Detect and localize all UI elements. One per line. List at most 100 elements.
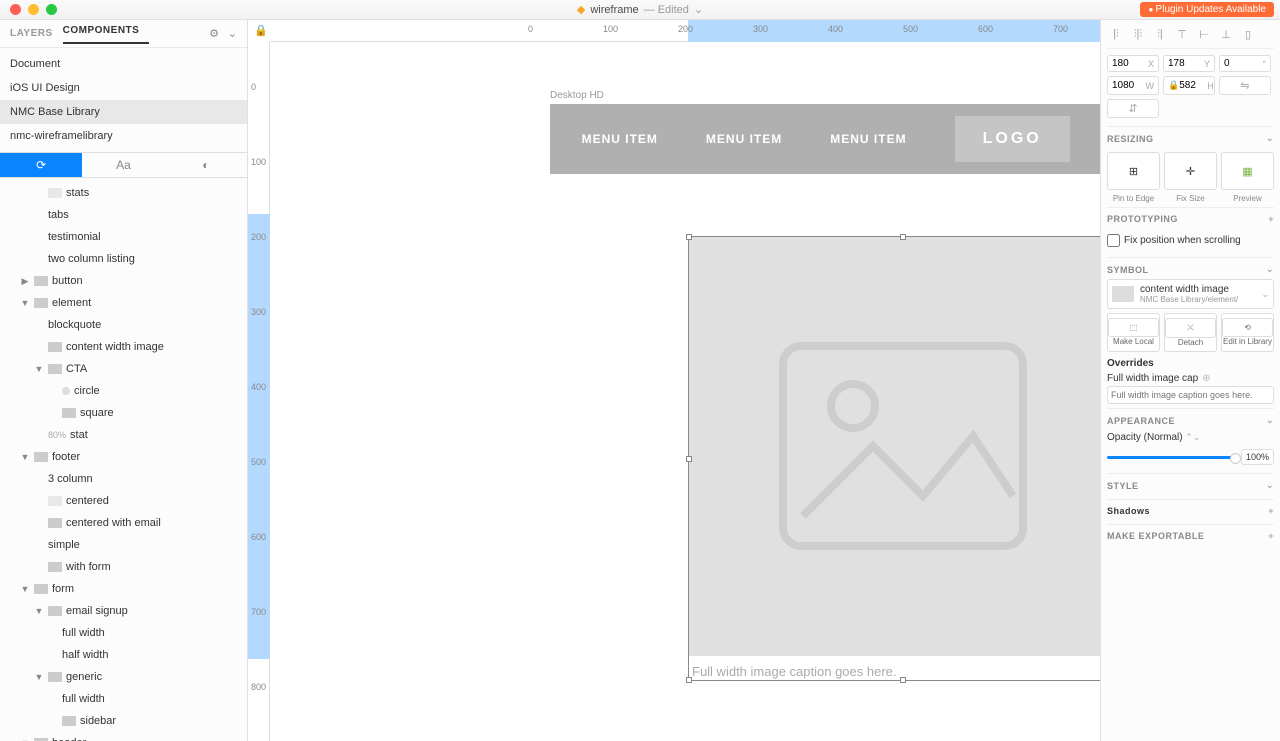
layer-row[interactable]: testimonial — [0, 226, 247, 248]
mode-text[interactable]: Aa — [82, 153, 164, 177]
edit-in-library-button[interactable]: ⟲Edit in Library — [1221, 313, 1274, 352]
window-title: ◆ wireframe — Edited ⌄ — [577, 3, 703, 16]
doc-item[interactable]: iOS UI Design — [0, 76, 247, 100]
opacity-label[interactable]: Opacity (Normal) ⌃⌄ — [1107, 430, 1274, 445]
doc-item[interactable]: nmc-wireframelibrary — [0, 124, 247, 148]
preview-button[interactable]: ▦ — [1221, 152, 1274, 190]
opacity-slider[interactable] — [1107, 456, 1237, 459]
ruler-vertical[interactable]: 0100200300400500600700800 — [248, 42, 270, 741]
layer-row[interactable]: half width — [0, 644, 247, 666]
layer-row[interactable]: content width image — [0, 336, 247, 358]
y-input[interactable]: Y — [1163, 55, 1215, 72]
lock-icon[interactable]: 🔒 — [254, 24, 268, 37]
layer-row[interactable]: sidebar — [0, 710, 247, 732]
symbol-header[interactable]: SYMBOL⌄ — [1107, 257, 1274, 279]
layer-row[interactable]: tabs — [0, 204, 247, 226]
layer-row[interactable]: simple — [0, 534, 247, 556]
layer-row[interactable]: ▼generic — [0, 666, 247, 688]
layer-row[interactable]: ▼CTA — [0, 358, 247, 380]
export-header[interactable]: MAKE EXPORTABLE+ — [1107, 524, 1274, 545]
opacity-value[interactable]: 100% — [1241, 449, 1274, 465]
inspector: |⫶ ⫶|⫶ ⫶| ⊤ ⊢ ⊥ ▯ X Y ° W 🔒H ⇋ ⇵ RESIZIN… — [1100, 20, 1280, 741]
layer-row[interactable]: 3 column — [0, 468, 247, 490]
layer-row[interactable]: ▼form — [0, 578, 247, 600]
canvas-area[interactable]: 🔒 01002003004005006007008009001,000 0100… — [248, 20, 1100, 741]
doc-item-selected[interactable]: NMC Base Library — [0, 100, 247, 124]
titlebar: ◆ wireframe — Edited ⌄ Plugin Updates Av… — [0, 0, 1280, 20]
mode-sync[interactable]: ⟳ — [0, 153, 82, 177]
chevron-down-icon: ⌄ — [1261, 289, 1269, 300]
pin-to-edge-button[interactable]: ⊞ — [1107, 152, 1160, 190]
nav-item: MENU ITEM — [582, 132, 658, 146]
align-middle-icon[interactable]: ⊢ — [1195, 26, 1213, 42]
layer-tree[interactable]: statstabstestimonialtwo column listing▶b… — [0, 178, 247, 741]
fix-position-checkbox[interactable]: Fix position when scrolling — [1107, 228, 1274, 253]
zoom-icon[interactable] — [46, 4, 57, 15]
plugin-updates-badge[interactable]: Plugin Updates Available — [1140, 2, 1274, 17]
layer-row[interactable]: ▼header — [0, 732, 247, 741]
layer-row[interactable]: ▶button — [0, 270, 247, 292]
layer-row[interactable]: 80%stat — [0, 424, 247, 446]
minimize-icon[interactable] — [28, 4, 39, 15]
ruler-selection — [688, 20, 1100, 42]
ruler-horizontal[interactable]: 01002003004005006007008009001,000 — [270, 20, 1100, 42]
appearance-header[interactable]: APPEARANCE⌄ — [1107, 408, 1274, 430]
resizing-header[interactable]: RESIZING⌄ — [1107, 126, 1274, 148]
dropdown-icon[interactable]: ⌄ — [694, 3, 703, 16]
resize-label: Pin to Edge — [1107, 194, 1160, 203]
layer-row[interactable]: full width — [0, 688, 247, 710]
window-controls — [0, 4, 57, 15]
layer-row[interactable]: two column listing — [0, 248, 247, 270]
align-left-icon[interactable]: |⫶ — [1107, 26, 1125, 42]
layer-row[interactable]: centered with email — [0, 512, 247, 534]
ruler-selection — [248, 214, 270, 659]
gear-icon[interactable]: ⚙ — [209, 27, 219, 40]
align-top-icon[interactable]: ⊤ — [1173, 26, 1191, 42]
sidebar-tabs: LAYERS COMPONENTS ⚙ ⌄ — [0, 20, 247, 48]
align-center-icon[interactable]: ⫶|⫶ — [1129, 26, 1147, 42]
make-local-button[interactable]: ⬚Make Local — [1107, 313, 1160, 352]
tab-layers[interactable]: LAYERS — [10, 28, 63, 39]
layer-row[interactable]: full width — [0, 622, 247, 644]
distribute-icon[interactable]: ▯ — [1239, 26, 1257, 42]
align-right-icon[interactable]: ⫶| — [1151, 26, 1169, 42]
edited-status: — Edited — [644, 4, 689, 16]
layer-row[interactable]: blockquote — [0, 314, 247, 336]
chevron-down-icon[interactable]: ⌄ — [228, 27, 237, 40]
coords-group: X Y ° W 🔒H ⇋ ⇵ — [1107, 55, 1274, 118]
layer-row[interactable]: stats — [0, 182, 247, 204]
shadows-header[interactable]: Shadows+ — [1107, 499, 1274, 520]
layer-row[interactable]: square — [0, 402, 247, 424]
layer-row[interactable]: ▼footer — [0, 446, 247, 468]
flip-h-button[interactable]: ⇋ — [1219, 76, 1271, 95]
nav-item: MENU ITEM — [706, 132, 782, 146]
layer-row[interactable]: centered — [0, 490, 247, 512]
override-input[interactable] — [1107, 386, 1274, 404]
canvas[interactable]: Desktop HD MENU ITEM MENU ITEM MENU ITEM… — [270, 42, 1100, 741]
style-header[interactable]: STYLE⌄ — [1107, 473, 1274, 495]
content-width-image[interactable] — [688, 236, 1100, 656]
filename: wireframe — [590, 4, 638, 16]
width-input[interactable]: W — [1107, 76, 1159, 95]
symbol-name: content width image — [1140, 284, 1255, 295]
fix-size-button[interactable]: ✛ — [1164, 152, 1217, 190]
tab-components[interactable]: COMPONENTS — [63, 25, 150, 44]
detach-button[interactable]: ⤫Detach — [1164, 313, 1217, 352]
align-bottom-icon[interactable]: ⊥ — [1217, 26, 1235, 42]
symbol-path: NMC Base Library/element/ — [1140, 295, 1255, 304]
x-input[interactable]: X — [1107, 55, 1159, 72]
prototyping-header[interactable]: PROTOTYPING+ — [1107, 207, 1274, 228]
layer-row[interactable]: circle — [0, 380, 247, 402]
mode-shape[interactable]: ◐ — [165, 153, 247, 177]
flip-v-button[interactable]: ⇵ — [1107, 99, 1159, 118]
doc-item[interactable]: Document — [0, 52, 247, 76]
rotation-input[interactable]: ° — [1219, 55, 1271, 72]
height-input[interactable]: 🔒H — [1163, 76, 1215, 95]
symbol-selector[interactable]: content width image NMC Base Library/ele… — [1107, 279, 1274, 309]
layer-row[interactable]: ▼email signup — [0, 600, 247, 622]
layer-row[interactable]: with form — [0, 556, 247, 578]
logo: LOGO — [955, 116, 1070, 162]
artboard-label[interactable]: Desktop HD — [550, 90, 604, 101]
close-icon[interactable] — [10, 4, 21, 15]
layer-row[interactable]: ▼element — [0, 292, 247, 314]
